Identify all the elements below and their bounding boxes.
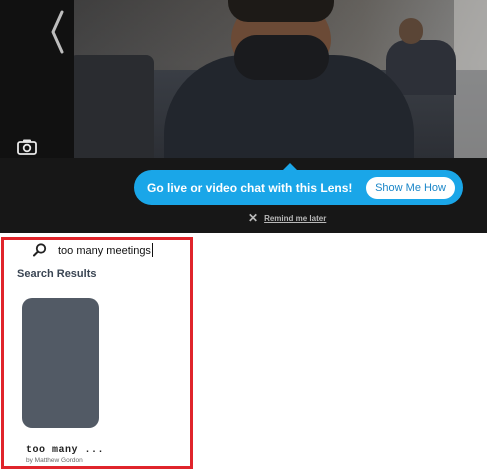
snap-camera-app: Go live or video chat with this Lens! Sh… (0, 0, 487, 472)
show-me-how-button[interactable]: Show Me How (366, 176, 455, 199)
close-icon[interactable]: ✕ (248, 211, 258, 225)
search-icon (33, 243, 47, 257)
remind-later-link[interactable]: ✕ Remind me later (248, 211, 326, 225)
search-results-heading: Search Results (17, 268, 97, 280)
chevron-left-icon (51, 10, 64, 54)
lens-banner-text: Go live or video chat with this Lens! (147, 180, 353, 195)
result-thumbnail[interactable] (22, 298, 99, 428)
result-title[interactable]: too many ... (26, 445, 104, 456)
webcam-preview (74, 0, 487, 158)
back-button[interactable] (46, 8, 68, 56)
text-caret (152, 243, 153, 257)
remind-later-label[interactable]: Remind me later (264, 214, 326, 223)
lens-banner: Go live or video chat with this Lens! Sh… (134, 170, 463, 205)
result-author: by Matthew Gordon (26, 457, 83, 464)
camera-area: Go live or video chat with this Lens! Sh… (0, 0, 487, 233)
camera-icon[interactable] (16, 138, 38, 156)
search-input[interactable]: too many meetings (58, 245, 151, 257)
search-panel: too many meetings Search Results too man… (0, 233, 487, 472)
